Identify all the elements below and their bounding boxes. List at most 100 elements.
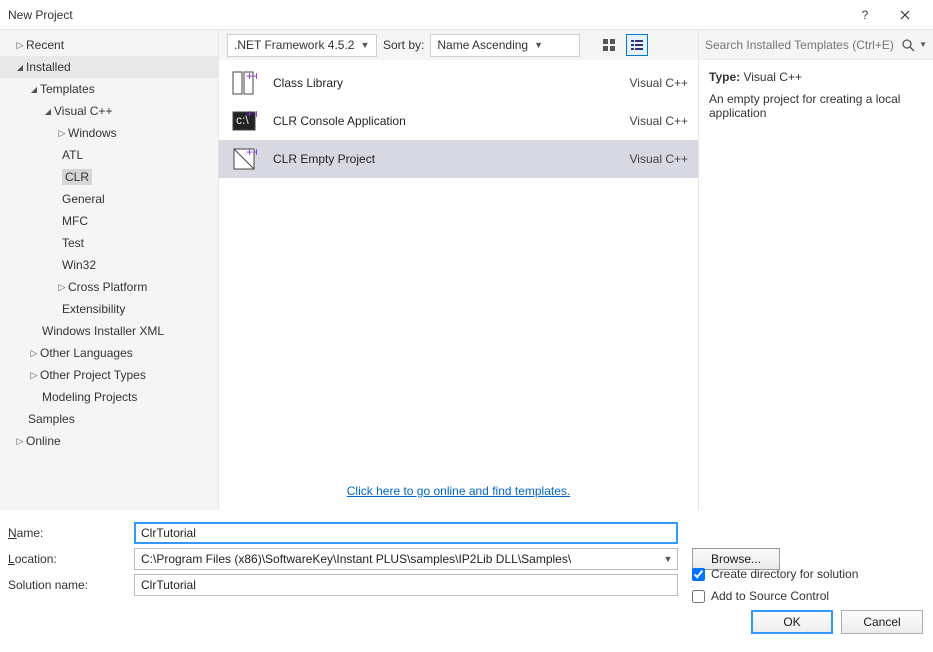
- svg-text:++: ++: [246, 146, 257, 159]
- source-control-checkbox[interactable]: Add to Source Control: [692, 585, 922, 607]
- help-button[interactable]: ?: [845, 0, 885, 30]
- template-item[interactable]: ++ Class Library Visual C++: [219, 64, 698, 102]
- location-label: Location:: [8, 552, 128, 566]
- empty-project-icon: ++: [229, 144, 259, 174]
- type-label: Type:: [709, 70, 740, 84]
- chevron-down-icon: [14, 62, 26, 72]
- template-name: Class Library: [273, 76, 616, 90]
- templates-toolbar: .NET Framework 4.5.2 ▼ Sort by: Name Asc…: [219, 30, 698, 60]
- create-dir-checkbox[interactable]: Create directory for solution: [692, 563, 922, 585]
- sidebar-windows[interactable]: Windows: [0, 122, 218, 144]
- sidebar-visualcpp-label: Visual C++: [54, 104, 112, 118]
- template-item-selected[interactable]: ++ CLR Empty Project Visual C++: [219, 140, 698, 178]
- template-list: ++ Class Library Visual C++ c:\++ CLR Co…: [219, 60, 698, 182]
- right-panel: ▼ Type: Visual C++ An empty project for …: [698, 30, 933, 510]
- sidebar-atl[interactable]: ATL: [0, 144, 218, 166]
- sidebar-templates[interactable]: Templates: [0, 78, 218, 100]
- close-button[interactable]: [885, 0, 925, 30]
- sidebar-visualcpp[interactable]: Visual C++: [0, 100, 218, 122]
- grid-icon: [602, 38, 616, 52]
- class-library-icon: ++: [229, 68, 259, 98]
- window-title: New Project: [8, 8, 845, 22]
- sidebar-general[interactable]: General: [0, 188, 218, 210]
- type-value: Visual C++: [743, 70, 801, 84]
- main-area: Recent Installed Templates Visual C++ Wi…: [0, 30, 933, 510]
- template-name: CLR Console Application: [273, 114, 616, 128]
- name-label: Name:: [8, 526, 128, 540]
- framework-combo[interactable]: .NET Framework 4.5.2 ▼: [227, 34, 377, 57]
- sidebar-wix[interactable]: Windows Installer XML: [0, 320, 218, 342]
- view-large-icons-button[interactable]: [598, 34, 620, 56]
- sidebar-otherproj[interactable]: Other Project Types: [0, 364, 218, 386]
- sidebar-win32-label: Win32: [62, 258, 96, 272]
- svg-text:++: ++: [246, 70, 257, 83]
- sidebar-crossplatform[interactable]: Cross Platform: [0, 276, 218, 298]
- sidebar-wix-label: Windows Installer XML: [42, 324, 164, 338]
- bottom-form: Name: Location: C:\Program Files (x86)\S…: [0, 510, 933, 604]
- search-icon[interactable]: [897, 38, 915, 52]
- sidebar-mfc[interactable]: MFC: [0, 210, 218, 232]
- name-input[interactable]: [134, 522, 678, 544]
- dialog-buttons: OK Cancel: [0, 604, 933, 644]
- sidebar-recent-label: Recent: [26, 38, 64, 52]
- create-dir-label: Create directory for solution: [711, 567, 858, 581]
- chevron-right-icon: [14, 40, 26, 51]
- sidebar-clr-label: CLR: [62, 169, 92, 185]
- framework-value: .NET Framework 4.5.2: [234, 38, 354, 52]
- sidebar-online[interactable]: Online: [0, 430, 218, 452]
- search-input[interactable]: [705, 38, 897, 52]
- chevron-right-icon: [28, 370, 40, 381]
- chevron-right-icon: [56, 128, 68, 139]
- chevron-down-icon: [42, 106, 54, 116]
- titlebar: New Project ?: [0, 0, 933, 30]
- sidebar-samples-label: Samples: [28, 412, 75, 426]
- template-item[interactable]: c:\++ CLR Console Application Visual C++: [219, 102, 698, 140]
- template-lang: Visual C++: [630, 114, 688, 128]
- sidebar-test-label: Test: [62, 236, 84, 250]
- chevron-down-icon: [28, 84, 40, 94]
- sidebar-clr[interactable]: CLR: [0, 166, 218, 188]
- sidebar-online-label: Online: [26, 434, 61, 448]
- sortby-combo[interactable]: Name Ascending ▼: [430, 34, 580, 57]
- sidebar-windows-label: Windows: [68, 126, 117, 140]
- sidebar-extensibility[interactable]: Extensibility: [0, 298, 218, 320]
- solution-name-label: Solution name:: [8, 578, 128, 592]
- chevron-right-icon: [56, 282, 68, 293]
- chevron-down-icon: ▼: [360, 40, 369, 50]
- sidebar-recent[interactable]: Recent: [0, 34, 218, 56]
- description-pane: Type: Visual C++ An empty project for cr…: [699, 60, 933, 130]
- solution-name-input[interactable]: [134, 574, 678, 596]
- sidebar-crossplatform-label: Cross Platform: [68, 280, 147, 294]
- location-combo[interactable]: C:\Program Files (x86)\SoftwareKey\Insta…: [134, 548, 678, 570]
- sidebar-modeling-label: Modeling Projects: [42, 390, 137, 404]
- sidebar-atl-label: ATL: [62, 148, 83, 162]
- chevron-down-icon: ▼: [534, 40, 543, 50]
- search-bar: ▼: [699, 30, 933, 60]
- template-lang: Visual C++: [630, 76, 688, 90]
- view-list-button[interactable]: [626, 34, 648, 56]
- cancel-button[interactable]: Cancel: [841, 610, 923, 634]
- sidebar-mfc-label: MFC: [62, 214, 88, 228]
- sidebar-win32[interactable]: Win32: [0, 254, 218, 276]
- center-panel: .NET Framework 4.5.2 ▼ Sort by: Name Asc…: [219, 30, 698, 510]
- sidebar-modeling[interactable]: Modeling Projects: [0, 386, 218, 408]
- online-templates-link[interactable]: Click here to go online and find templat…: [219, 484, 698, 510]
- sidebar-otherlang[interactable]: Other Languages: [0, 342, 218, 364]
- sidebar-samples[interactable]: Samples: [0, 408, 218, 430]
- template-lang: Visual C++: [630, 152, 688, 166]
- sortby-label: Sort by:: [383, 38, 424, 52]
- search-dropdown-icon[interactable]: ▼: [915, 40, 927, 49]
- location-value: C:\Program Files (x86)\SoftwareKey\Insta…: [141, 552, 659, 566]
- source-control-check[interactable]: [692, 590, 705, 603]
- create-dir-check[interactable]: [692, 568, 705, 581]
- close-icon: [900, 10, 910, 20]
- sidebar-installed[interactable]: Installed: [0, 56, 218, 78]
- chevron-right-icon: [28, 348, 40, 359]
- list-icon: [630, 38, 644, 52]
- ok-button[interactable]: OK: [751, 610, 833, 634]
- sidebar-test[interactable]: Test: [0, 232, 218, 254]
- sortby-value: Name Ascending: [437, 38, 528, 52]
- source-control-label: Add to Source Control: [711, 589, 829, 603]
- template-name: CLR Empty Project: [273, 152, 616, 166]
- description-text: An empty project for creating a local ap…: [709, 92, 923, 120]
